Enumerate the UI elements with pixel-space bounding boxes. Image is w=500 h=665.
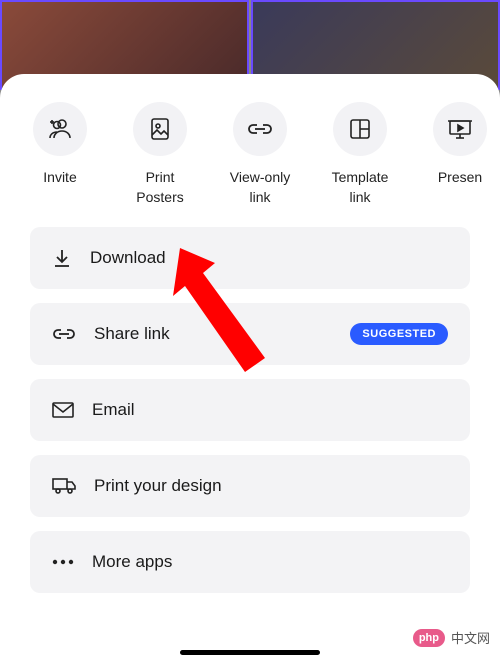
share-link-icon [52,327,76,341]
suggested-badge: SUGGESTED [350,323,448,345]
template-icon [333,102,387,156]
more-apps-option[interactable]: More apps [30,531,470,593]
dots-icon [52,559,74,565]
print-posters-label: Print Posters [136,168,183,207]
top-actions-row: Invite Print Posters View-only link [0,102,500,207]
download-icon [52,248,72,268]
template-link-label: Template link [332,168,389,207]
options-list: Download Share link SUGGESTED Email [0,207,500,593]
share-link-label: Share link [94,324,332,344]
watermark-text: 中文网 [451,628,490,647]
print-icon [133,102,187,156]
share-link-option[interactable]: Share link SUGGESTED [30,303,470,365]
email-label: Email [92,400,448,420]
present-icon [433,102,487,156]
invite-label: Invite [43,168,76,188]
view-only-link-action[interactable]: View-only link [224,102,296,207]
print-design-label: Print your design [94,476,448,496]
php-badge: php [413,629,445,647]
download-option[interactable]: Download [30,227,470,289]
print-posters-action[interactable]: Print Posters [124,102,196,207]
present-label: Presen [438,168,482,188]
invite-icon [33,102,87,156]
truck-icon [52,477,76,495]
present-action[interactable]: Presen [424,102,496,207]
print-design-option[interactable]: Print your design [30,455,470,517]
invite-action[interactable]: Invite [24,102,96,207]
view-only-link-label: View-only link [230,168,290,207]
more-apps-label: More apps [92,552,448,572]
template-link-action[interactable]: Template link [324,102,396,207]
email-icon [52,402,74,418]
home-indicator [180,650,320,655]
watermark: php 中文网 [413,628,490,647]
share-sheet: Invite Print Posters View-only link [0,74,500,665]
email-option[interactable]: Email [30,379,470,441]
link-icon [233,102,287,156]
download-label: Download [90,248,448,268]
